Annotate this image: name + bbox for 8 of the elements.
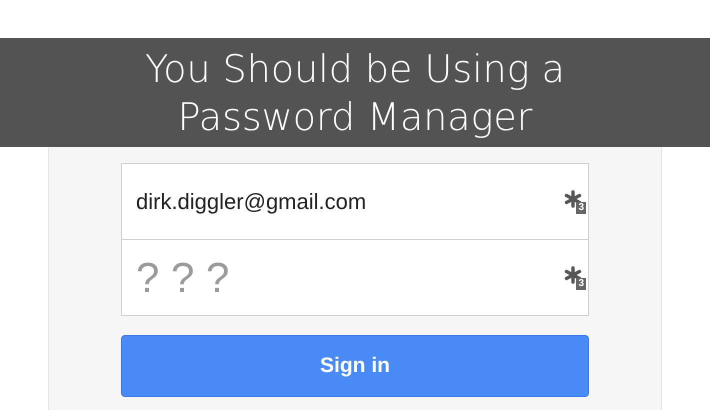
email-field[interactable]: dirk.diggler@gmail.com 3 (121, 163, 589, 240)
badge-count: 3 (576, 278, 586, 290)
sign-in-button[interactable]: Sign in (121, 335, 589, 397)
password-field[interactable]: ? ? ? 3 (121, 239, 589, 316)
password-value: ? ? ? (136, 253, 230, 303)
badge-count: 3 (576, 202, 586, 214)
banner-title: You Should be Using a Password Manager (144, 46, 566, 140)
email-value: dirk.diggler@gmail.com (136, 188, 366, 216)
